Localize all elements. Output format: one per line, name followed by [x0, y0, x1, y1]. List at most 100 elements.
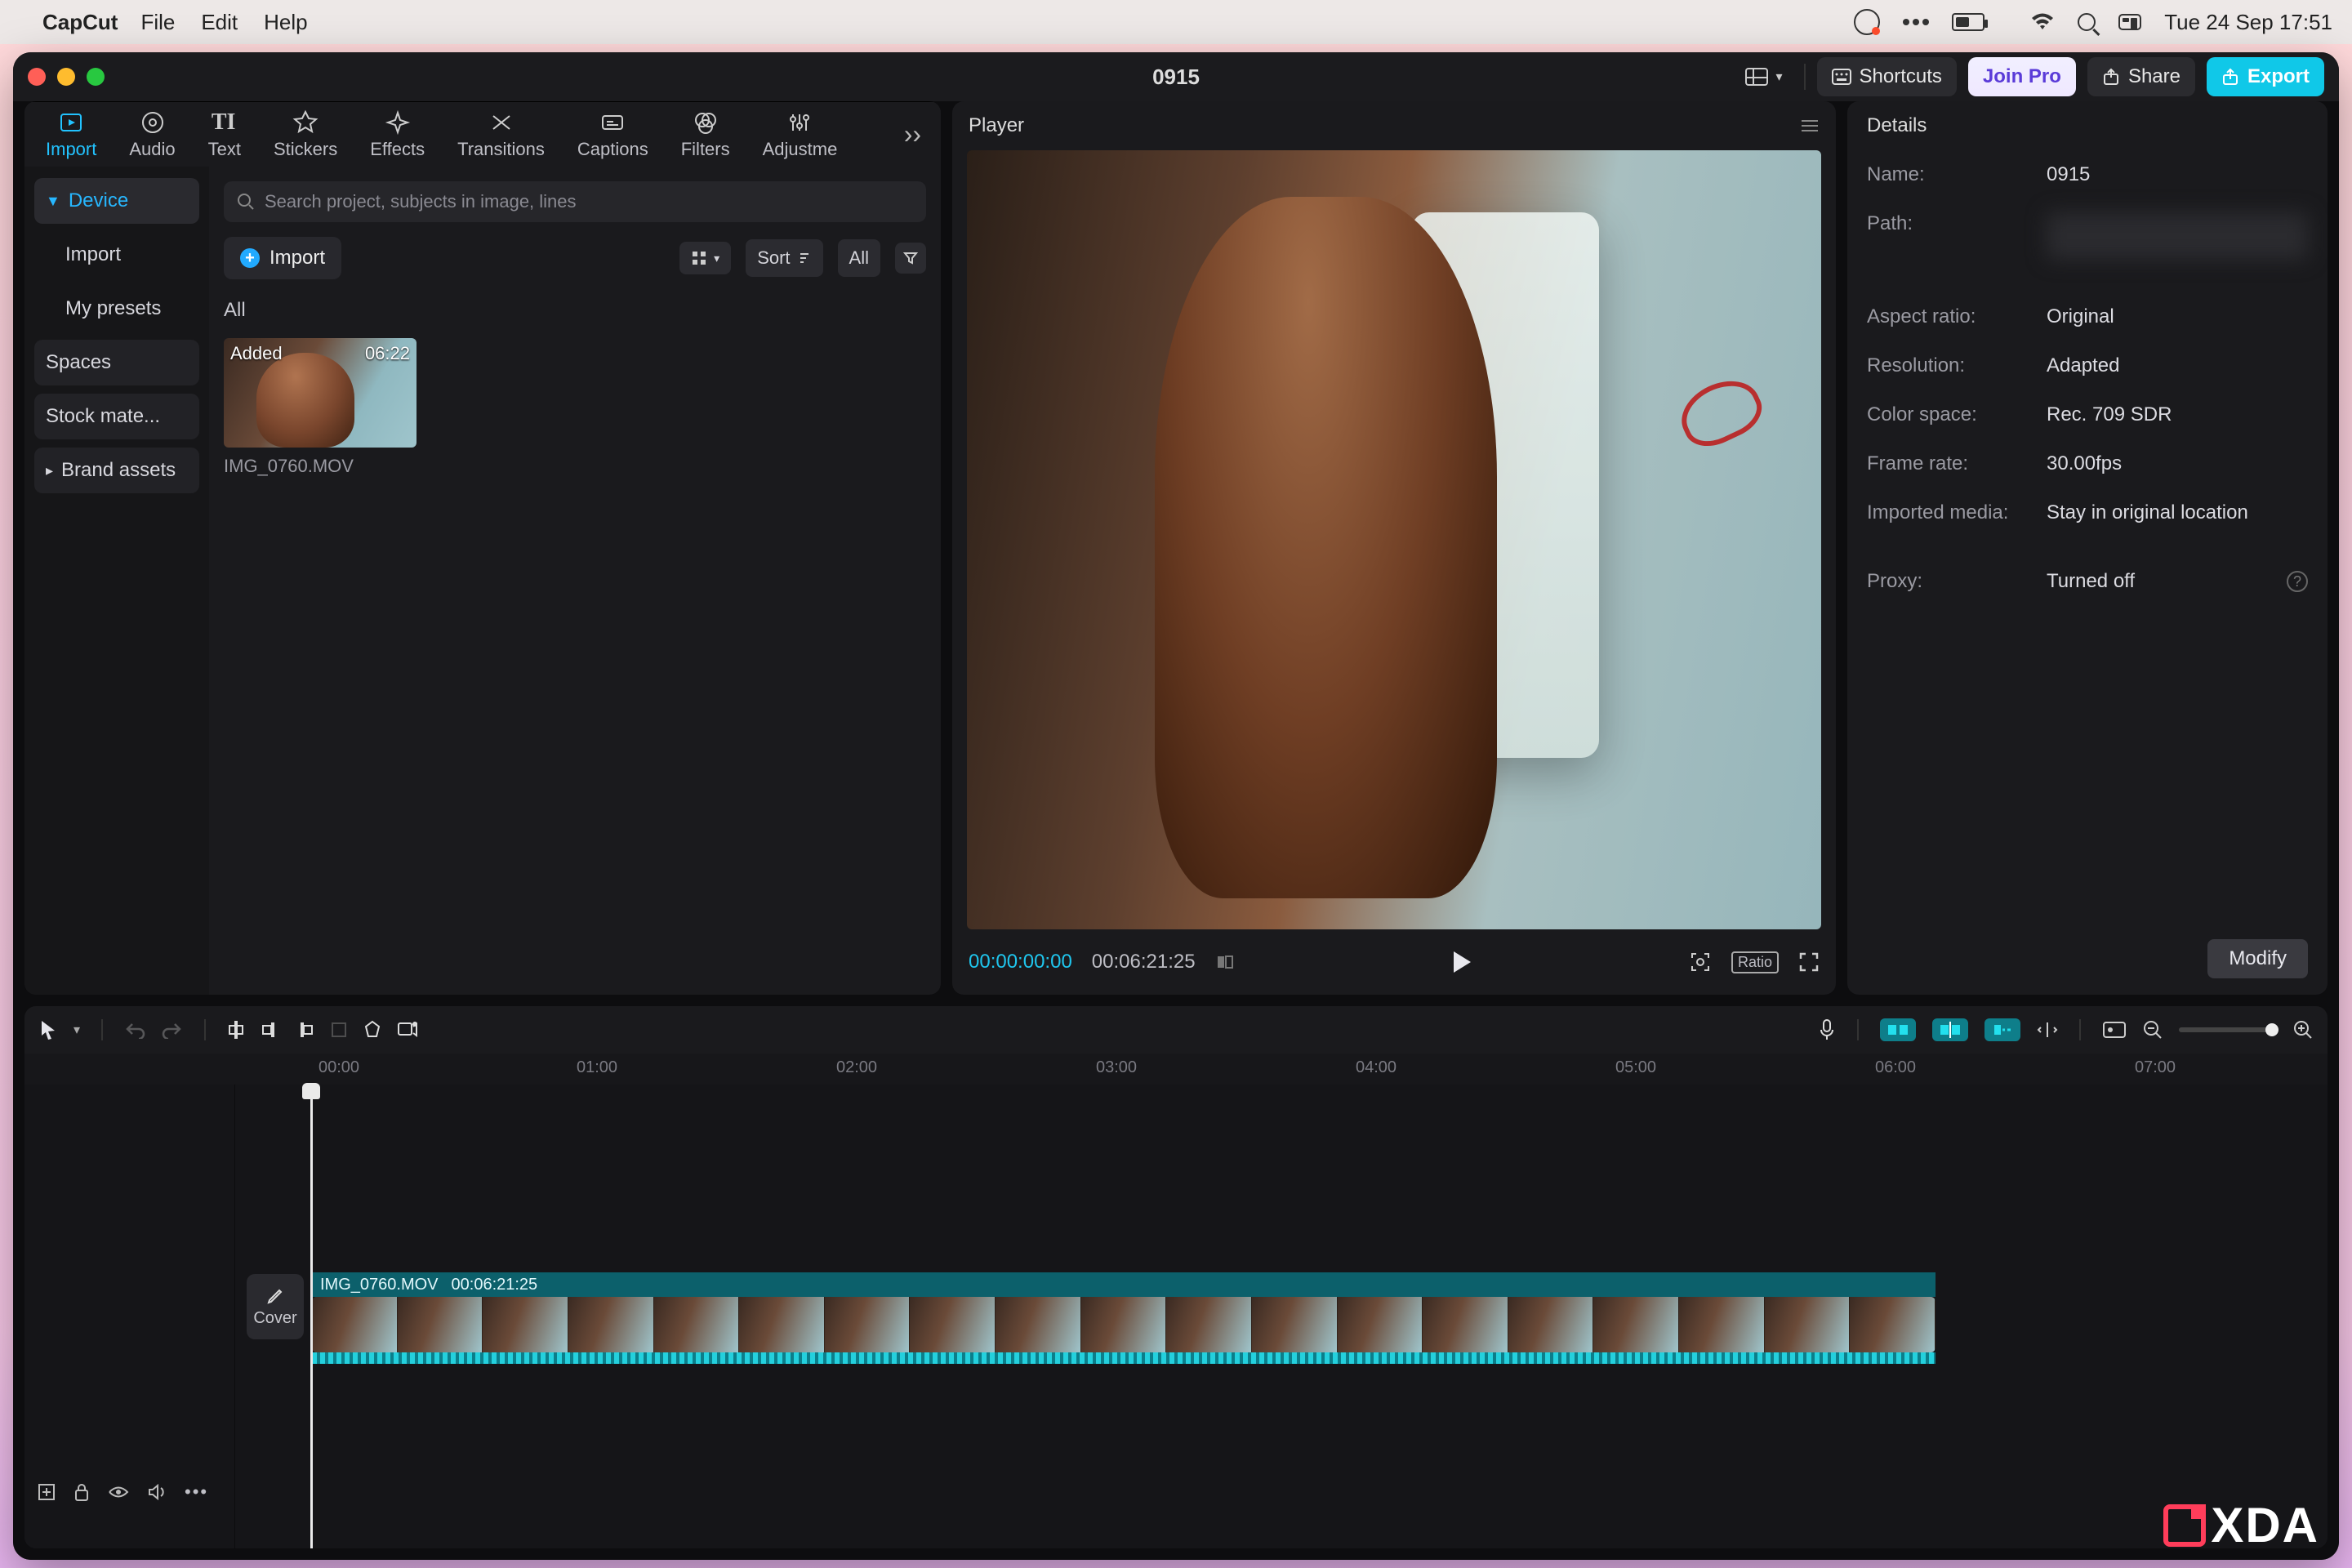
menubar-item-help[interactable]: Help: [264, 10, 307, 35]
undo-button[interactable]: [124, 1021, 145, 1039]
pencil-icon: [265, 1286, 285, 1306]
ratio-button[interactable]: Ratio: [1731, 951, 1779, 973]
proxy-help-icon[interactable]: ?: [2287, 571, 2308, 592]
pointer-tool[interactable]: [39, 1019, 57, 1040]
track-more-button[interactable]: •••: [185, 1481, 208, 1503]
scan-button[interactable]: [1689, 951, 1712, 973]
menubar-app-name[interactable]: CapCut: [42, 10, 118, 35]
tab-effects[interactable]: Effects: [354, 109, 441, 160]
control-center-icon[interactable]: [2118, 14, 2141, 30]
fullscreen-button[interactable]: [1798, 951, 1820, 973]
zoom-slider[interactable]: [2179, 1027, 2277, 1032]
player-viewport[interactable]: [967, 150, 1821, 929]
chevron-down-icon: ▼: [46, 193, 60, 210]
tabs-overflow-button[interactable]: ››: [889, 119, 936, 149]
tab-stickers[interactable]: Stickers: [257, 109, 354, 160]
shortcuts-button[interactable]: Shortcuts: [1817, 57, 1957, 96]
sidebar-item-spaces[interactable]: Spaces: [34, 340, 199, 385]
ruler-tick: 05:00: [1615, 1058, 1656, 1077]
layout-button[interactable]: ▾: [1735, 61, 1793, 92]
details-path-value: [2047, 212, 2308, 260]
media-clip[interactable]: Added 06:22 IMG_0760.MOV: [224, 338, 416, 477]
window-title: 0915: [1152, 65, 1200, 90]
window-minimize-button[interactable]: [57, 68, 75, 86]
sort-button[interactable]: Sort: [746, 239, 822, 277]
marker-tool[interactable]: [364, 1020, 381, 1040]
window-close-button[interactable]: [28, 68, 46, 86]
filter-all-button[interactable]: All: [838, 239, 880, 277]
tab-adjustment[interactable]: Adjustme: [746, 109, 854, 160]
zoom-in-button[interactable]: [2293, 1020, 2313, 1040]
sidebar-item-stock[interactable]: Stock mate...: [34, 394, 199, 439]
tab-audio[interactable]: Audio: [113, 109, 191, 160]
filters-icon: [693, 109, 719, 136]
track-visibility-button[interactable]: [108, 1485, 129, 1499]
player-menu-button[interactable]: [1800, 118, 1820, 133]
transitions-icon: [488, 109, 514, 136]
snap-toggle-2[interactable]: [1932, 1018, 1968, 1041]
snap-toggle-3[interactable]: [1984, 1018, 2020, 1041]
auto-reframe-tool[interactable]: [397, 1020, 418, 1040]
scan-icon: [1689, 951, 1712, 973]
view-mode-button[interactable]: ▾: [679, 242, 731, 274]
timeline-ruler[interactable]: 00:00 01:00 02:00 03:00 04:00 05:00 06:0…: [24, 1054, 2328, 1085]
delete-tool[interactable]: [330, 1021, 348, 1039]
timeline-tracks[interactable]: ••• Cover IMG_0760.MOV 00:06:21:25: [24, 1085, 2328, 1548]
align-tool[interactable]: [2037, 1021, 2058, 1039]
wifi-icon[interactable]: [2007, 12, 2055, 32]
share-button[interactable]: Share: [2087, 57, 2195, 96]
battery-icon[interactable]: [1952, 13, 1984, 31]
record-vo-button[interactable]: [1818, 1018, 1836, 1041]
timeline-playhead[interactable]: [310, 1085, 313, 1548]
ruler-tick: 04:00: [1356, 1058, 1396, 1077]
captions-icon: [599, 109, 626, 136]
ruler-tick: 07:00: [2135, 1058, 2176, 1077]
tab-transitions[interactable]: Transitions: [441, 109, 561, 160]
screen-record-icon[interactable]: [1854, 9, 1880, 35]
chevron-right-icon: ▸: [46, 462, 53, 479]
menubar-item-file[interactable]: File: [140, 10, 175, 35]
track-clip-duration: 00:06:21:25: [452, 1276, 538, 1294]
details-colorspace-key: Color space:: [1867, 403, 2047, 426]
window-zoom-button[interactable]: [87, 68, 105, 86]
play-icon: [1451, 950, 1472, 974]
track-lock-button[interactable]: [74, 1482, 90, 1502]
filter-button[interactable]: [895, 243, 926, 274]
play-button[interactable]: [1451, 950, 1472, 974]
tab-import[interactable]: Import: [29, 109, 113, 160]
trim-left-tool[interactable]: [261, 1019, 279, 1040]
import-media-button[interactable]: + Import: [224, 237, 341, 279]
pointer-dropdown[interactable]: ▾: [74, 1022, 80, 1038]
track-add-button[interactable]: [38, 1483, 56, 1501]
join-pro-button[interactable]: Join Pro: [1968, 57, 2076, 96]
track-mute-button[interactable]: [147, 1483, 167, 1501]
sidebar-item-brand[interactable]: ▸Brand assets: [34, 448, 199, 493]
spotlight-icon[interactable]: [2078, 13, 2096, 31]
cover-button[interactable]: Cover: [247, 1274, 304, 1339]
menubar-clock[interactable]: Tue 24 Sep 17:51: [2164, 10, 2332, 35]
menubar-item-edit[interactable]: Edit: [201, 10, 238, 35]
redo-button[interactable]: [162, 1021, 183, 1039]
media-search-input[interactable]: Search project, subjects in image, lines: [224, 181, 926, 222]
split-tool[interactable]: [227, 1019, 245, 1040]
details-imported-value: Stay in original location: [2047, 501, 2248, 524]
snap-toggle-1[interactable]: [1880, 1018, 1916, 1041]
tab-text[interactable]: TI Text: [192, 109, 257, 160]
details-aspect-key: Aspect ratio:: [1867, 305, 2047, 328]
appmenu-icon[interactable]: [1903, 19, 1929, 25]
trim-right-tool[interactable]: [296, 1019, 314, 1040]
zoom-out-button[interactable]: [2143, 1020, 2163, 1040]
details-panel: Details Name:0915 Path: Aspect ratio:Ori…: [1847, 101, 2328, 995]
sidebar-item-import[interactable]: Import: [34, 232, 199, 278]
tab-filters[interactable]: Filters: [665, 109, 746, 160]
details-title: Details: [1867, 114, 1927, 137]
video-track-clip[interactable]: IMG_0760.MOV 00:06:21:25: [312, 1272, 1936, 1364]
preview-toggle[interactable]: [2102, 1021, 2127, 1039]
player-compare-button[interactable]: [1215, 952, 1235, 972]
sidebar-item-device[interactable]: ▼Device: [34, 178, 199, 224]
export-button[interactable]: Export: [2207, 57, 2324, 96]
modify-button[interactable]: Modify: [2207, 939, 2308, 978]
sidebar-item-mypresets[interactable]: My presets: [34, 286, 199, 332]
join-pro-label: Join Pro: [1983, 65, 2061, 88]
tab-captions[interactable]: Captions: [561, 109, 665, 160]
